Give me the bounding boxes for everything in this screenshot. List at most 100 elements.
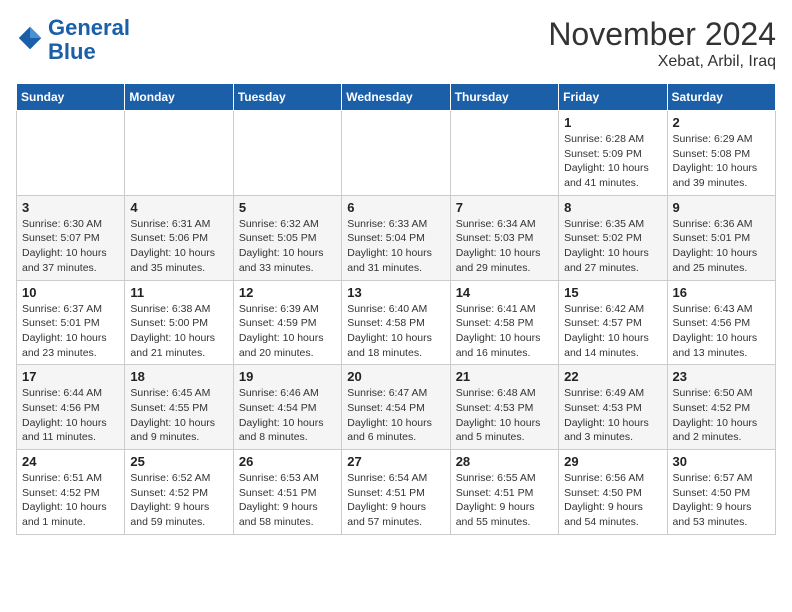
calendar-week-4: 17Sunrise: 6:44 AM Sunset: 4:56 PM Dayli…: [17, 365, 776, 450]
day-detail: Sunrise: 6:40 AM Sunset: 4:58 PM Dayligh…: [347, 302, 444, 361]
day-number: 7: [456, 200, 553, 215]
calendar-cell: 5Sunrise: 6:32 AM Sunset: 5:05 PM Daylig…: [233, 195, 341, 280]
day-detail: Sunrise: 6:56 AM Sunset: 4:50 PM Dayligh…: [564, 471, 661, 530]
day-detail: Sunrise: 6:34 AM Sunset: 5:03 PM Dayligh…: [456, 217, 553, 276]
header-row: Sunday Monday Tuesday Wednesday Thursday…: [17, 84, 776, 111]
col-sunday: Sunday: [17, 84, 125, 111]
col-friday: Friday: [559, 84, 667, 111]
day-number: 6: [347, 200, 444, 215]
day-detail: Sunrise: 6:41 AM Sunset: 4:58 PM Dayligh…: [456, 302, 553, 361]
logo-text: General Blue: [48, 16, 130, 64]
day-detail: Sunrise: 6:46 AM Sunset: 4:54 PM Dayligh…: [239, 386, 336, 445]
day-detail: Sunrise: 6:42 AM Sunset: 4:57 PM Dayligh…: [564, 302, 661, 361]
day-number: 9: [673, 200, 770, 215]
col-saturday: Saturday: [667, 84, 775, 111]
day-detail: Sunrise: 6:53 AM Sunset: 4:51 PM Dayligh…: [239, 471, 336, 530]
calendar-cell: 8 Sunrise: 6:35 AM Sunset: 5:02 PM Daylig…: [559, 195, 667, 280]
day-detail: Sunrise: 6:50 AM Sunset: 4:52 PM Dayligh…: [673, 386, 770, 445]
calendar-week-5: 24 Sunrise: 6:51 AM Sunset: 4:52 PM Dayli…: [17, 450, 776, 535]
calendar-cell: 18 Sunrise: 6:45 AM Sunset: 4:55 PM Dayli…: [125, 365, 233, 450]
calendar-cell: [125, 111, 233, 196]
day-detail: Sunrise: 6:33 AM Sunset: 5:04 PM Dayligh…: [347, 217, 444, 276]
calendar-cell: 27 Sunrise: 6:54 AM Sunset: 4:51 PM Dayli…: [342, 450, 450, 535]
day-number: 14: [456, 285, 553, 300]
day-number: 2: [673, 115, 770, 130]
calendar-table: Sunday Monday Tuesday Wednesday Thursday…: [16, 83, 776, 535]
day-number: 15: [564, 285, 661, 300]
col-wednesday: Wednesday: [342, 84, 450, 111]
day-detail: Sunrise: 6:45 AM Sunset: 4:55 PM Dayligh…: [130, 386, 227, 445]
day-number: 27: [347, 454, 444, 469]
day-number: 18: [130, 369, 227, 384]
day-detail: Sunrise: 6:55 AM Sunset: 4:51 PM Dayligh…: [456, 471, 553, 530]
calendar-body: 1 Sunrise: 6:28 AM Sunset: 5:09 PM Daylig…: [17, 111, 776, 535]
day-number: 21: [456, 369, 553, 384]
day-detail: Sunrise: 6:47 AM Sunset: 4:54 PM Dayligh…: [347, 386, 444, 445]
day-number: 25: [130, 454, 227, 469]
day-detail: Sunrise: 6:54 AM Sunset: 4:51 PM Dayligh…: [347, 471, 444, 530]
day-detail: Sunrise: 6:44 AM Sunset: 4:56 PM Dayligh…: [22, 386, 119, 445]
day-detail: Sunrise: 6:39 AM Sunset: 4:59 PM Dayligh…: [239, 302, 336, 361]
day-detail: Sunrise: 6:37 AM Sunset: 5:01 PM Dayligh…: [22, 302, 119, 361]
header: General Blue November 2024 Xebat, Arbil,…: [16, 16, 776, 71]
calendar-cell: 25 Sunrise: 6:52 AM Sunset: 4:52 PM Dayli…: [125, 450, 233, 535]
day-detail: Sunrise: 6:36 AM Sunset: 5:01 PM Dayligh…: [673, 217, 770, 276]
calendar-cell: 9 Sunrise: 6:36 AM Sunset: 5:01 PM Daylig…: [667, 195, 775, 280]
day-number: 23: [673, 369, 770, 384]
calendar-cell: 24 Sunrise: 6:51 AM Sunset: 4:52 PM Dayli…: [17, 450, 125, 535]
day-number: 13: [347, 285, 444, 300]
calendar-cell: 22 Sunrise: 6:49 AM Sunset: 4:53 PM Dayli…: [559, 365, 667, 450]
calendar-cell: 6 Sunrise: 6:33 AM Sunset: 5:04 PM Daylig…: [342, 195, 450, 280]
calendar-cell: [17, 111, 125, 196]
calendar-cell: 4Sunrise: 6:31 AM Sunset: 5:06 PM Daylig…: [125, 195, 233, 280]
day-detail: Sunrise: 6:35 AM Sunset: 5:02 PM Dayligh…: [564, 217, 661, 276]
day-number: 24: [22, 454, 119, 469]
location-title: Xebat, Arbil, Iraq: [548, 53, 776, 71]
calendar-cell: [342, 111, 450, 196]
day-number: 20: [347, 369, 444, 384]
day-detail: Sunrise: 6:32 AM Sunset: 5:05 PM Dayligh…: [239, 217, 336, 276]
logo-icon: [16, 24, 44, 52]
day-detail: Sunrise: 6:29 AM Sunset: 5:08 PM Dayligh…: [673, 132, 770, 191]
col-monday: Monday: [125, 84, 233, 111]
calendar-cell: 23 Sunrise: 6:50 AM Sunset: 4:52 PM Dayli…: [667, 365, 775, 450]
calendar-cell: 21Sunrise: 6:48 AM Sunset: 4:53 PM Dayli…: [450, 365, 558, 450]
month-title: November 2024: [548, 16, 776, 53]
day-number: 28: [456, 454, 553, 469]
logo: General Blue: [16, 16, 130, 64]
day-detail: Sunrise: 6:43 AM Sunset: 4:56 PM Dayligh…: [673, 302, 770, 361]
col-tuesday: Tuesday: [233, 84, 341, 111]
calendar-cell: 14 Sunrise: 6:41 AM Sunset: 4:58 PM Dayli…: [450, 280, 558, 365]
day-number: 11: [130, 285, 227, 300]
day-detail: Sunrise: 6:28 AM Sunset: 5:09 PM Dayligh…: [564, 132, 661, 191]
calendar-cell: 12 Sunrise: 6:39 AM Sunset: 4:59 PM Dayli…: [233, 280, 341, 365]
day-number: 12: [239, 285, 336, 300]
calendar-cell: 2 Sunrise: 6:29 AM Sunset: 5:08 PM Daylig…: [667, 111, 775, 196]
calendar-cell: 7 Sunrise: 6:34 AM Sunset: 5:03 PM Daylig…: [450, 195, 558, 280]
day-number: 16: [673, 285, 770, 300]
calendar-cell: 29Sunrise: 6:56 AM Sunset: 4:50 PM Dayli…: [559, 450, 667, 535]
day-detail: Sunrise: 6:51 AM Sunset: 4:52 PM Dayligh…: [22, 471, 119, 530]
calendar-week-3: 10 Sunrise: 6:37 AM Sunset: 5:01 PM Dayli…: [17, 280, 776, 365]
day-number: 22: [564, 369, 661, 384]
day-number: 8: [564, 200, 661, 215]
day-detail: Sunrise: 6:52 AM Sunset: 4:52 PM Dayligh…: [130, 471, 227, 530]
calendar-cell: 19 Sunrise: 6:46 AM Sunset: 4:54 PM Dayli…: [233, 365, 341, 450]
calendar-week-1: 1 Sunrise: 6:28 AM Sunset: 5:09 PM Daylig…: [17, 111, 776, 196]
day-number: 19: [239, 369, 336, 384]
calendar-cell: [450, 111, 558, 196]
calendar-cell: 26 Sunrise: 6:53 AM Sunset: 4:51 PM Dayli…: [233, 450, 341, 535]
day-number: 1: [564, 115, 661, 130]
day-number: 10: [22, 285, 119, 300]
col-thursday: Thursday: [450, 84, 558, 111]
calendar-cell: 20 Sunrise: 6:47 AM Sunset: 4:54 PM Dayli…: [342, 365, 450, 450]
calendar-cell: 17Sunrise: 6:44 AM Sunset: 4:56 PM Dayli…: [17, 365, 125, 450]
calendar-cell: 10 Sunrise: 6:37 AM Sunset: 5:01 PM Dayli…: [17, 280, 125, 365]
title-area: November 2024 Xebat, Arbil, Iraq: [548, 16, 776, 71]
day-number: 4: [130, 200, 227, 215]
day-detail: Sunrise: 6:38 AM Sunset: 5:00 PM Dayligh…: [130, 302, 227, 361]
day-detail: Sunrise: 6:49 AM Sunset: 4:53 PM Dayligh…: [564, 386, 661, 445]
calendar-cell: 16 Sunrise: 6:43 AM Sunset: 4:56 PM Dayli…: [667, 280, 775, 365]
day-number: 26: [239, 454, 336, 469]
day-number: 30: [673, 454, 770, 469]
